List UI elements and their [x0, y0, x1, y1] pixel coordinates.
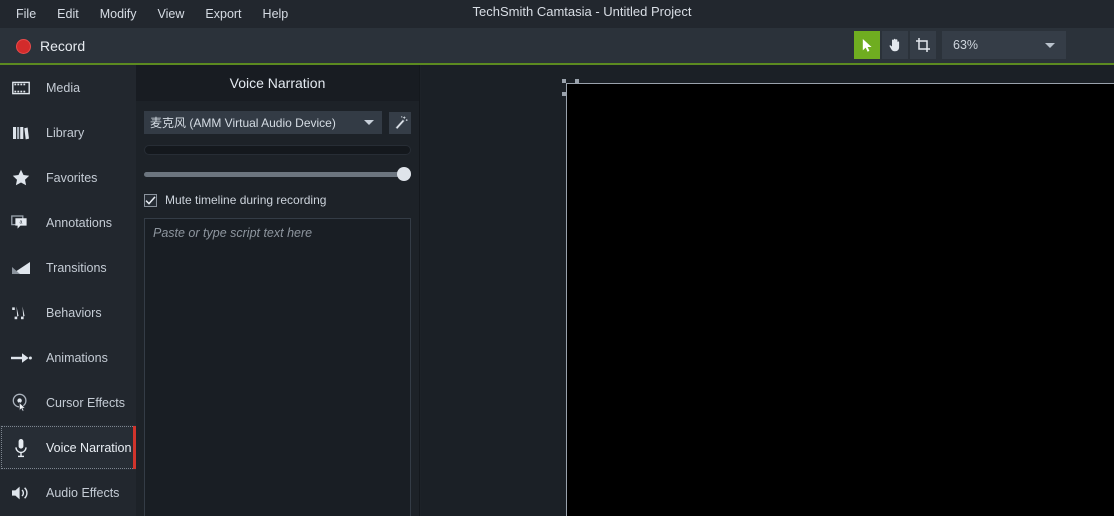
- sidebar-item-annotations[interactable]: a Annotations: [0, 200, 136, 245]
- sidebar-item-label: Cursor Effects: [46, 395, 125, 410]
- behaviors-icon: [8, 300, 34, 326]
- record-button[interactable]: Record: [8, 32, 93, 60]
- microphone-icon: [8, 435, 34, 461]
- menu-item-help[interactable]: Help: [254, 4, 298, 25]
- panel-body: 麦克风 (AMM Virtual Audio Device) Mute time…: [136, 101, 419, 516]
- sidebar-item-cursor-effects[interactable]: Cursor Effects: [0, 380, 136, 425]
- callout-icon: a: [8, 210, 34, 236]
- canvas-handle-top-left[interactable]: [562, 79, 566, 83]
- audio-device-select[interactable]: 麦克风 (AMM Virtual Audio Device): [144, 111, 382, 134]
- record-dot-icon: [16, 38, 31, 54]
- hand-icon: [889, 38, 900, 52]
- script-placeholder: Paste or type script text here: [153, 226, 313, 240]
- menu-item-export[interactable]: Export: [196, 4, 250, 25]
- input-level-meter: [144, 145, 411, 155]
- sidebar-item-label: Media: [46, 80, 81, 95]
- panel-title: Voice Narration: [229, 75, 326, 91]
- pan-tool-button[interactable]: [882, 31, 908, 59]
- script-textarea[interactable]: Paste or type script text here: [144, 218, 411, 516]
- panel-header: Voice Narration: [136, 65, 419, 101]
- crop-tool-button[interactable]: [910, 31, 936, 59]
- menu-item-view[interactable]: View: [149, 4, 194, 25]
- mute-timeline-checkbox[interactable]: [144, 193, 157, 207]
- select-tool-button[interactable]: [854, 31, 880, 59]
- volume-slider[interactable]: [144, 167, 411, 181]
- magic-wand-icon: [395, 115, 408, 130]
- auto-level-button[interactable]: [389, 111, 411, 134]
- sidebar-item-label: Annotations: [46, 215, 113, 230]
- menu-item-edit[interactable]: Edit: [48, 4, 88, 25]
- chevron-down-icon: [364, 120, 374, 125]
- sidebar-item-label: Audio Effects: [46, 485, 120, 500]
- camtasia-window: File Edit Modify View Export Help TechSm…: [0, 0, 1114, 516]
- books-icon: [8, 120, 34, 146]
- preview-area[interactable]: [421, 65, 1114, 516]
- sidebar-item-animations[interactable]: Animations: [0, 335, 136, 380]
- sidebar-item-voice-narration[interactable]: Voice Narration: [0, 425, 136, 470]
- arrow-right-icon: [8, 345, 34, 371]
- menu-item-file[interactable]: File: [7, 4, 45, 25]
- audio-device-row: 麦克风 (AMM Virtual Audio Device): [144, 111, 411, 134]
- sidebar-item-library[interactable]: Library: [0, 110, 136, 155]
- film-strip-icon: [8, 75, 34, 101]
- mute-timeline-label: Mute timeline during recording: [165, 193, 327, 207]
- sidebar-item-behaviors[interactable]: Behaviors: [0, 290, 136, 335]
- sidebar-item-media[interactable]: Media: [0, 65, 136, 110]
- sidebar-item-label: Transitions: [46, 260, 107, 275]
- chevron-down-icon: [1045, 42, 1055, 48]
- video-canvas[interactable]: [562, 79, 1114, 516]
- left-sidebar: Media Library Favorites a Annotations Tr…: [0, 65, 136, 516]
- check-icon: [145, 195, 156, 205]
- sidebar-item-label: Voice Narration: [46, 440, 132, 455]
- menu-bar: File Edit Modify View Export Help: [0, 0, 1114, 28]
- menu-item-modify[interactable]: Modify: [91, 4, 146, 25]
- voice-narration-panel: Voice Narration 麦克风 (AMM Virtual Audio D…: [136, 65, 420, 516]
- main-toolbar: Record 63%: [0, 28, 1114, 64]
- volume-slider-thumb[interactable]: [397, 167, 411, 181]
- transition-icon: [8, 255, 34, 281]
- zoom-level-value: 63%: [953, 38, 979, 52]
- sidebar-item-label: Animations: [46, 350, 108, 365]
- sidebar-item-favorites[interactable]: Favorites: [0, 155, 136, 200]
- cursor-ring-icon: [8, 390, 34, 416]
- sidebar-item-label: Favorites: [46, 170, 98, 185]
- star-icon: [8, 165, 34, 191]
- mute-timeline-checkbox-row[interactable]: Mute timeline during recording: [144, 193, 411, 207]
- sidebar-item-label: Behaviors: [46, 305, 102, 320]
- sidebar-item-label: Library: [46, 125, 85, 140]
- record-button-label: Record: [40, 38, 86, 54]
- speaker-icon: [8, 480, 34, 506]
- volume-slider-track: [144, 172, 411, 177]
- canvas-handle-top[interactable]: [575, 79, 579, 83]
- audio-device-value: 麦克风 (AMM Virtual Audio Device): [150, 116, 336, 130]
- crop-icon: [916, 38, 930, 52]
- canvas-handle-left[interactable]: [562, 92, 566, 96]
- sidebar-item-transitions[interactable]: Transitions: [0, 245, 136, 290]
- svg-text:a: a: [20, 219, 23, 225]
- cursor-arrow-icon: [862, 38, 872, 52]
- zoom-level-select[interactable]: 63%: [942, 31, 1066, 59]
- sidebar-item-audio-effects[interactable]: Audio Effects: [0, 470, 136, 515]
- tool-button-group: [854, 31, 936, 59]
